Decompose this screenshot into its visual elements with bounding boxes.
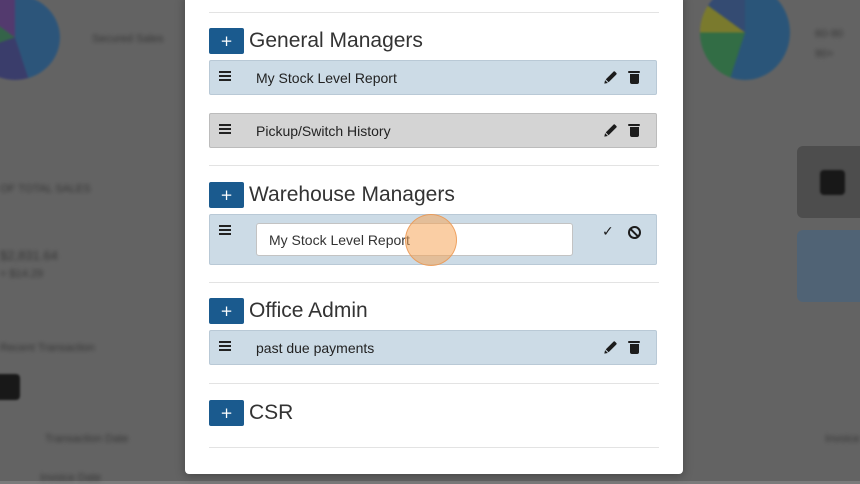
divider (209, 383, 659, 384)
group-header-csr: + CSR (209, 398, 293, 426)
pencil-icon[interactable] (600, 68, 620, 88)
report-label: My Stock Level Report (256, 70, 397, 86)
ban-icon[interactable] (628, 226, 641, 239)
group-header-office-admin: + Office Admin (209, 296, 368, 324)
group-title: CSR (249, 401, 294, 424)
drag-handle-icon[interactable] (219, 225, 231, 235)
check-icon[interactable]: ✓ (602, 225, 616, 239)
add-report-button[interactable]: + (209, 400, 244, 426)
trash-icon[interactable] (627, 71, 641, 85)
report-label: Pickup/Switch History (256, 123, 391, 139)
divider (209, 282, 659, 283)
group-title: Office Admin (249, 299, 368, 322)
report-row[interactable]: My Stock Level Report (209, 60, 657, 95)
report-label: past due payments (256, 340, 375, 356)
group-header-warehouse-managers: + Warehouse Managers (209, 180, 455, 208)
drag-handle-icon[interactable] (219, 124, 231, 134)
cursor-highlight (405, 214, 457, 266)
group-title: General Managers (249, 29, 423, 52)
pencil-icon[interactable] (600, 338, 620, 358)
add-report-button[interactable]: + (209, 28, 244, 54)
add-report-button[interactable]: + (209, 182, 244, 208)
pencil-icon[interactable] (600, 121, 620, 141)
divider (209, 447, 659, 448)
add-report-button[interactable]: + (209, 298, 244, 324)
group-header-general-managers: + General Managers (209, 26, 423, 54)
report-row[interactable]: Pickup/Switch History (209, 113, 657, 148)
divider (209, 165, 659, 166)
drag-handle-icon[interactable] (219, 341, 231, 351)
report-row[interactable]: past due payments (209, 330, 657, 365)
divider (209, 12, 659, 13)
trash-icon[interactable] (627, 124, 641, 138)
drag-handle-icon[interactable] (219, 71, 231, 81)
group-title: Warehouse Managers (249, 183, 455, 206)
trash-icon[interactable] (627, 341, 641, 355)
